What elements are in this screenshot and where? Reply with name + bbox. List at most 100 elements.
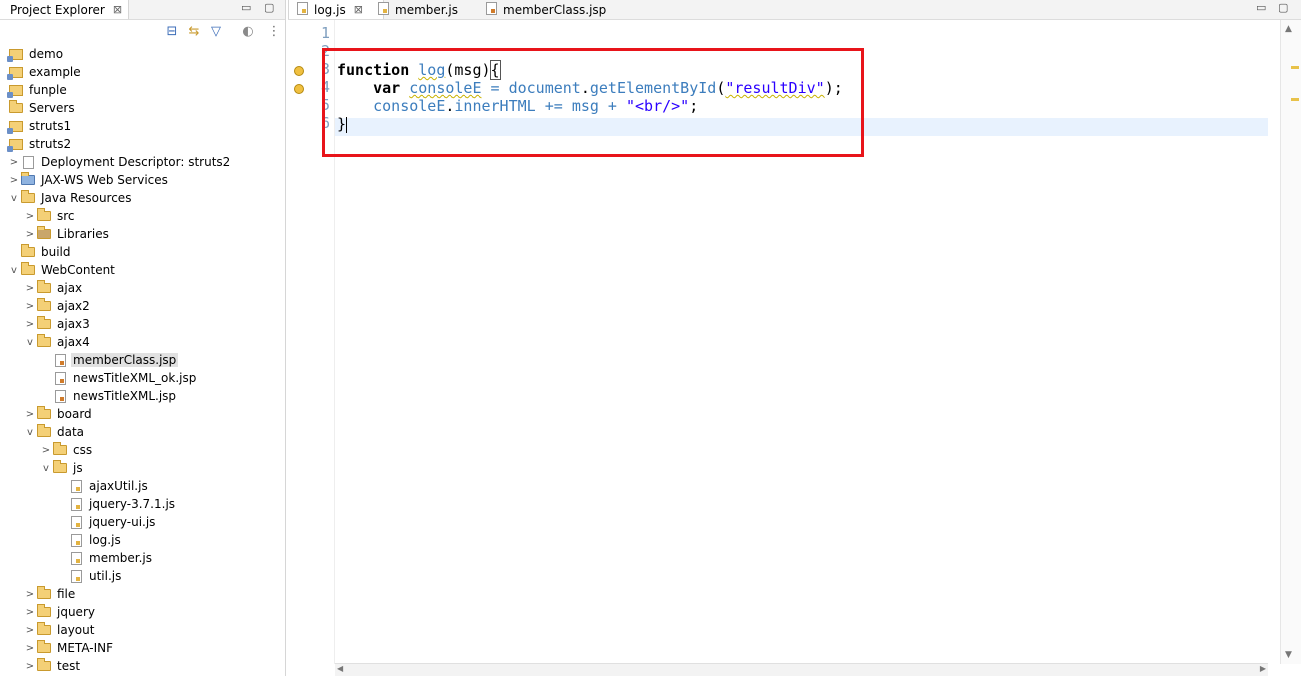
horizontal-scrollbar[interactable]: ◀ ▶ — [335, 663, 1268, 676]
link-with-editor-icon[interactable]: ⇆ — [186, 23, 202, 39]
scroll-down-icon[interactable]: ▼ — [1285, 650, 1292, 660]
scroll-right-icon[interactable]: ▶ — [1260, 664, 1266, 673]
tab-memberclass-jsp[interactable]: memberClass.jsp — [478, 0, 614, 19]
chevron-right-icon[interactable]: > — [24, 211, 36, 222]
tree-item[interactable]: example — [0, 63, 83, 81]
close-icon[interactable]: ⊠ — [354, 3, 363, 16]
tree-item[interactable]: > Libraries — [24, 225, 111, 243]
chevron-down-icon[interactable]: v — [40, 463, 52, 474]
tab-memberclass-jsp-label: memberClass.jsp — [503, 2, 607, 17]
close-icon[interactable]: ⊠ — [113, 3, 122, 16]
tree-item-label: ajax2 — [57, 299, 90, 313]
chevron-right-icon[interactable]: > — [24, 643, 36, 654]
tree-item-label: data — [57, 425, 85, 439]
filter-icon[interactable]: ▽ — [208, 23, 224, 39]
tree-item[interactable]: ajaxUtil.js — [56, 477, 150, 495]
tree-item[interactable]: newsTitleXML.jsp — [40, 387, 178, 405]
tree-item[interactable]: v ajax4 — [24, 333, 92, 351]
tree-item[interactable]: Servers — [0, 99, 77, 117]
tab-project-explorer[interactable]: Project Explorer ⊠ — [0, 0, 130, 19]
tree-item[interactable]: > src — [24, 207, 77, 225]
warning-marker-icon[interactable] — [294, 66, 304, 76]
folder-icon — [36, 658, 52, 673]
tree-item[interactable]: jquery-3.7.1.js — [56, 495, 177, 513]
tree-item[interactable]: > jquery — [24, 603, 97, 621]
project-icon — [7, 137, 24, 152]
minimize-icon[interactable]: ▭ — [1256, 1, 1266, 14]
tree-item[interactable]: memberClass.jsp — [40, 351, 179, 369]
tree-item[interactable]: build — [8, 243, 73, 261]
collapse-all-icon[interactable]: ⊟ — [164, 23, 180, 39]
tree-item-label: ajax — [57, 281, 83, 295]
tree-item[interactable]: > Deployment Descriptor: struts2 — [8, 153, 232, 171]
tree-item[interactable]: v data — [24, 423, 86, 441]
tree-item-label: demo — [29, 47, 64, 61]
tree-item[interactable]: demo — [0, 45, 65, 63]
tree-item[interactable]: util.js — [56, 567, 123, 585]
maximize-icon[interactable]: ▢ — [264, 1, 274, 14]
tree-item[interactable]: > ajax — [24, 279, 84, 297]
java-resources-icon — [20, 190, 36, 205]
tree-item-label: build — [41, 245, 71, 259]
chevron-right-icon[interactable]: > — [24, 319, 36, 330]
project-icon — [7, 65, 24, 80]
tree-item[interactable]: > test — [24, 657, 82, 675]
tab-member-js[interactable]: member.js — [370, 0, 466, 19]
chevron-right-icon[interactable]: > — [24, 625, 36, 636]
tree-item[interactable]: > file — [24, 585, 77, 603]
chevron-right-icon[interactable]: > — [24, 607, 36, 618]
tree-item[interactable]: jquery-ui.js — [56, 513, 157, 531]
project-icon — [7, 47, 24, 62]
tree-item[interactable]: > ajax3 — [24, 315, 92, 333]
overview-warning-mark[interactable] — [1291, 66, 1299, 69]
tree-item[interactable]: struts1 — [0, 117, 73, 135]
chevron-right-icon[interactable]: > — [8, 157, 20, 168]
folder-icon — [36, 586, 52, 601]
view-menu-icon[interactable]: ⋮ — [266, 23, 282, 39]
tree-item-label: memberClass.jsp — [71, 353, 179, 367]
folder-icon — [36, 280, 52, 295]
tree-item-label: jquery-ui.js — [89, 515, 156, 529]
tree-item[interactable]: > META-INF — [24, 639, 115, 657]
js-file-icon — [68, 551, 84, 565]
chevron-right-icon[interactable]: > — [24, 661, 36, 672]
maximize-icon[interactable]: ▢ — [1278, 1, 1288, 14]
chevron-right-icon[interactable]: > — [40, 445, 52, 456]
tree-item[interactable]: > ajax2 — [24, 297, 92, 315]
tree-item[interactable]: newsTitleXML_ok.jsp — [40, 369, 198, 387]
chevron-right-icon[interactable]: > — [24, 589, 36, 600]
chevron-down-icon[interactable]: v — [24, 427, 36, 438]
tree-item[interactable]: > layout — [24, 621, 96, 639]
scroll-left-icon[interactable]: ◀ — [337, 664, 343, 673]
tree-item[interactable]: v js — [40, 459, 85, 477]
tree-item[interactable]: struts2 — [0, 135, 73, 153]
scroll-up-icon[interactable]: ▲ — [1285, 24, 1292, 34]
chevron-down-icon[interactable]: v — [8, 193, 20, 204]
chevron-right-icon[interactable]: > — [24, 283, 36, 294]
tree-item[interactable]: v Java Resources — [8, 189, 133, 207]
chevron-down-icon[interactable]: v — [8, 265, 20, 276]
warning-marker-icon[interactable] — [294, 84, 304, 94]
minimize-icon[interactable]: ▭ — [241, 1, 251, 14]
tree-item[interactable]: log.js — [56, 531, 123, 549]
tree-item[interactable]: member.js — [56, 549, 154, 567]
tree-item-label: layout — [57, 623, 95, 637]
chevron-right-icon[interactable]: > — [8, 175, 20, 186]
tree-item[interactable]: v WebContent — [8, 261, 117, 279]
tree-item-label: WebContent — [41, 263, 115, 277]
chevron-down-icon[interactable]: v — [24, 337, 36, 348]
tree-item[interactable]: funple — [0, 81, 69, 99]
folder-icon — [20, 262, 36, 277]
chevron-right-icon[interactable]: > — [24, 301, 36, 312]
tree-item[interactable]: > board — [24, 405, 94, 423]
chevron-right-icon[interactable]: > — [24, 229, 36, 240]
vertical-scrollbar[interactable]: ▲ ▼ — [1280, 20, 1301, 664]
tree-item[interactable]: > JAX-WS Web Services — [8, 171, 170, 189]
tree-item-label: Servers — [29, 101, 75, 115]
overview-warning-mark[interactable] — [1291, 98, 1299, 101]
tree-item-label: board — [57, 407, 92, 421]
folder-icon — [36, 622, 52, 637]
tree-item[interactable]: > css — [40, 441, 94, 459]
chevron-right-icon[interactable]: > — [24, 409, 36, 420]
working-sets-icon[interactable]: ◐ — [240, 23, 256, 39]
